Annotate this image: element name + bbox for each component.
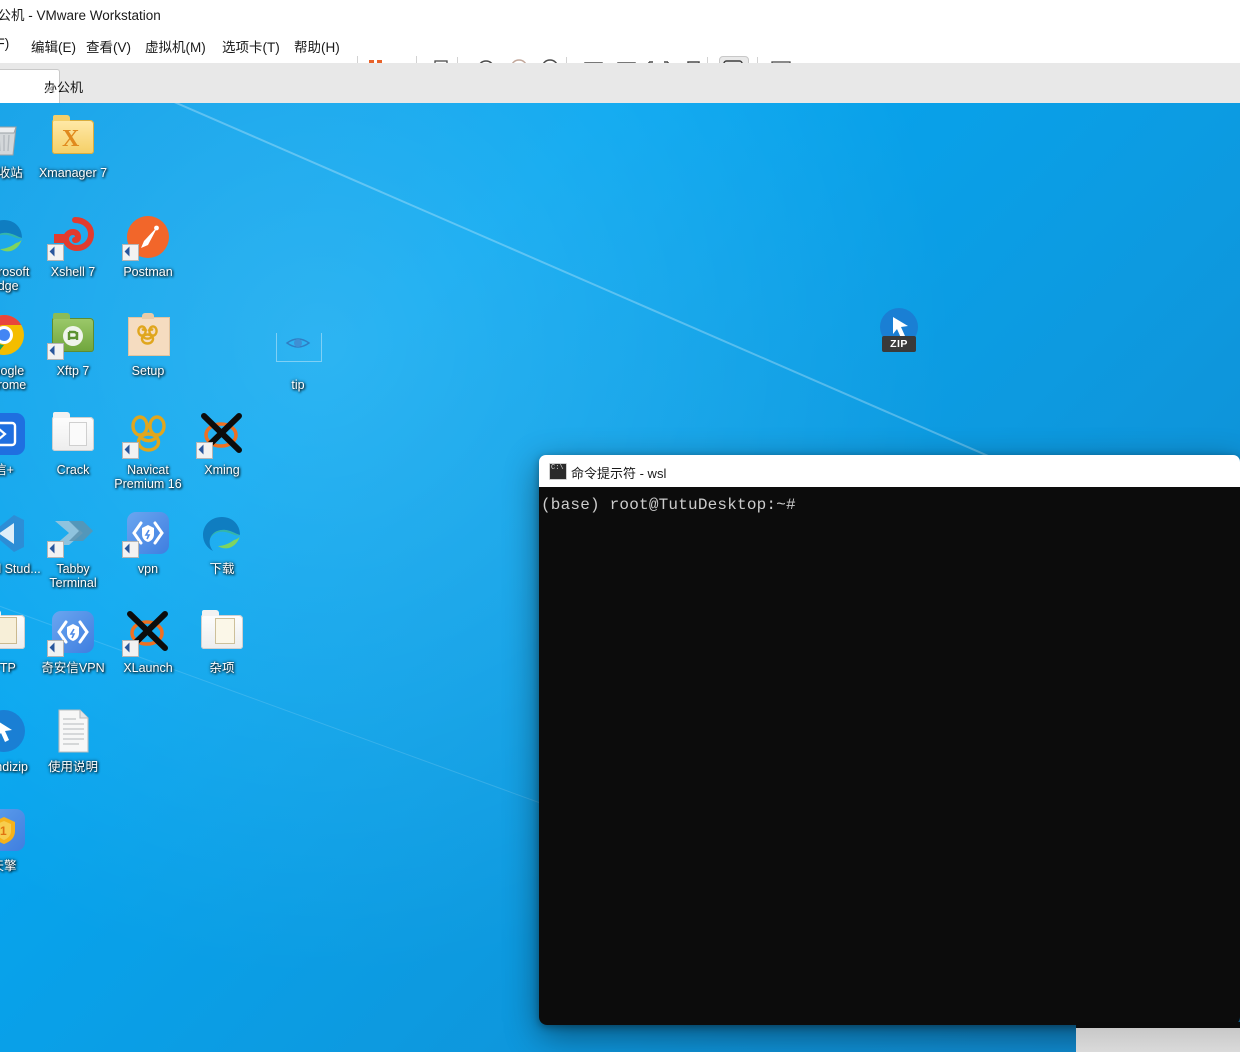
chrome-icon xyxy=(0,311,28,359)
cmd-window[interactable]: 命令提示符 - wsl (base) root@TutuDesktop:~# xyxy=(539,455,1240,1025)
shortcut-overlay-icon xyxy=(122,640,139,657)
xinplus-icon xyxy=(0,410,28,458)
desktop-icon-label: XLaunch xyxy=(123,661,173,675)
desktop-icon-label: Xftp 7 xyxy=(56,364,90,378)
xming-icon xyxy=(196,410,246,459)
desktop-icon-xmanager-7[interactable]: X Xmanager 7 xyxy=(35,113,111,180)
xming-icon xyxy=(122,608,172,657)
xftp-folder-icon xyxy=(47,311,97,360)
menu-file[interactable]: (F) xyxy=(0,36,9,51)
postman-icon xyxy=(122,212,172,261)
svg-text:X: X xyxy=(62,126,80,151)
desktop-file-zip-archive[interactable]: ZIP xyxy=(876,308,922,354)
navicat-icon xyxy=(122,410,172,459)
xshell-icon xyxy=(47,212,97,261)
shortcut-overlay-icon xyxy=(47,244,64,261)
menu-virtual-machine[interactable]: 虚拟机(M) xyxy=(145,36,206,56)
menu-help[interactable]: 帮助(H) xyxy=(294,36,340,56)
vpn-shield-icon xyxy=(122,509,172,558)
guest-desktop: 回收站 X Xmanager 7 Microsoft Edge xyxy=(0,103,1240,1052)
vmware-menubar: (F) 编辑(E) 查看(V) 虚拟机(M) 选项卡(T) 帮助(H) xyxy=(0,26,1240,84)
desktop-icon-tip[interactable]: tip xyxy=(260,325,336,392)
console-window-icon xyxy=(549,463,567,480)
desktop-icon-label: Tabby Terminal xyxy=(49,562,97,590)
desktop-icon-label: Postman xyxy=(123,265,173,279)
bandizip-zip-icon: ZIP xyxy=(876,308,922,354)
shortcut-overlay-icon xyxy=(122,541,139,558)
desktop-icon-label: 天擎 xyxy=(0,859,17,873)
desktop-icon-shiyongshuoming[interactable]: 使用说明 xyxy=(35,707,111,774)
modify-login-address-popup[interactable]: 修改登录地址 xyxy=(1076,1028,1240,1052)
desktop-icon-label: 奇安信VPN xyxy=(41,661,105,675)
desktop-icon-label: tip xyxy=(291,378,305,392)
desktop-icon-label: Xshell 7 xyxy=(50,265,96,279)
vscode-icon xyxy=(0,509,28,557)
desktop-icon-setup[interactable]: Setup xyxy=(110,311,186,378)
desktop-icon-vpn[interactable]: vpn xyxy=(110,509,186,576)
shortcut-overlay-icon xyxy=(47,343,64,360)
desktop-icon-xiazai[interactable]: 下载 xyxy=(184,509,260,576)
desktop-icon-zaxiang[interactable]: 杂项 xyxy=(184,608,260,675)
menu-view[interactable]: 查看(V) xyxy=(86,36,131,56)
tip-window-icon xyxy=(274,325,322,373)
bandizip-icon xyxy=(0,707,28,755)
vpn-shield-icon xyxy=(47,608,97,657)
shortcut-overlay-icon xyxy=(47,541,64,558)
desktop-icon-tabby-terminal[interactable]: Tabby Terminal xyxy=(35,509,111,590)
desktop-icon-label: Xmanager 7 xyxy=(38,166,108,180)
desktop-icon-label: Setup xyxy=(131,364,165,378)
desktop-icon-label: 杂项 xyxy=(209,661,235,675)
vmware-window-title: 办公机 - VMware Workstation xyxy=(0,8,161,23)
vmware-tabstrip: 办公机 ✕ xyxy=(0,63,1240,104)
shortcut-overlay-icon xyxy=(122,442,139,459)
tianqing-icon: 1 xyxy=(0,806,28,854)
menu-edit[interactable]: 编辑(E) xyxy=(31,36,76,56)
folder-docs-icon xyxy=(0,608,28,656)
desktop-icon-label: Navicat Premium 16 xyxy=(114,463,182,491)
desktop-icon-qianxin-vpn[interactable]: 奇安信VPN xyxy=(35,608,111,675)
desktop-icon-crack[interactable]: Crack xyxy=(35,410,111,477)
edge-icon xyxy=(0,212,28,260)
desktop-icon-navicat-premium-16[interactable]: Navicat Premium 16 xyxy=(110,410,186,491)
desktop-icon-xming[interactable]: Xming xyxy=(184,410,260,477)
cmd-window-titlebar[interactable]: 命令提示符 - wsl xyxy=(539,455,1240,488)
desktop-icon-label: Xming xyxy=(204,463,240,477)
vmware-titlebar: 办公机 - VMware Workstation xyxy=(0,0,1240,27)
shortcut-overlay-icon xyxy=(196,442,213,459)
folder-white-icon xyxy=(49,410,97,458)
desktop-icon-label: 使用说明 xyxy=(47,760,98,774)
zip-badge-label: ZIP xyxy=(882,336,916,352)
cmd-window-title: 命令提示符 - wsl xyxy=(571,466,667,481)
desktop-icon-label: Crack xyxy=(56,463,90,477)
close-icon[interactable]: ✕ xyxy=(44,80,57,98)
desktop-icon-label: vpn xyxy=(137,562,159,576)
edge-icon xyxy=(198,509,246,557)
desktop-icon-xftp-7[interactable]: Xftp 7 xyxy=(35,311,111,378)
shortcut-overlay-icon xyxy=(47,640,64,657)
desktop-icon-tianqing[interactable]: 1 天擎 xyxy=(0,806,42,873)
tabby-icon xyxy=(47,509,97,558)
shortcut-overlay-icon xyxy=(122,244,139,261)
desktop-icon-label: 下载 xyxy=(209,562,235,576)
menu-tabs[interactable]: 选项卡(T) xyxy=(222,36,280,56)
cmd-prompt-line: (base) root@TutuDesktop:~# xyxy=(541,496,796,514)
svg-text:1: 1 xyxy=(0,824,7,838)
cmd-terminal-body[interactable]: (base) root@TutuDesktop:~# xyxy=(539,487,1240,1025)
recycle-bin-icon xyxy=(0,113,28,161)
folder-xmanager-icon: X xyxy=(49,113,97,161)
navicat-box-icon xyxy=(124,311,172,359)
desktop-icon-postman[interactable]: Postman xyxy=(110,212,186,279)
desktop-icon-xlaunch[interactable]: XLaunch xyxy=(110,608,186,675)
desktop-icon-xshell-7[interactable]: Xshell 7 xyxy=(35,212,111,279)
folder-white-icon xyxy=(198,608,246,656)
text-document-icon xyxy=(49,707,97,755)
